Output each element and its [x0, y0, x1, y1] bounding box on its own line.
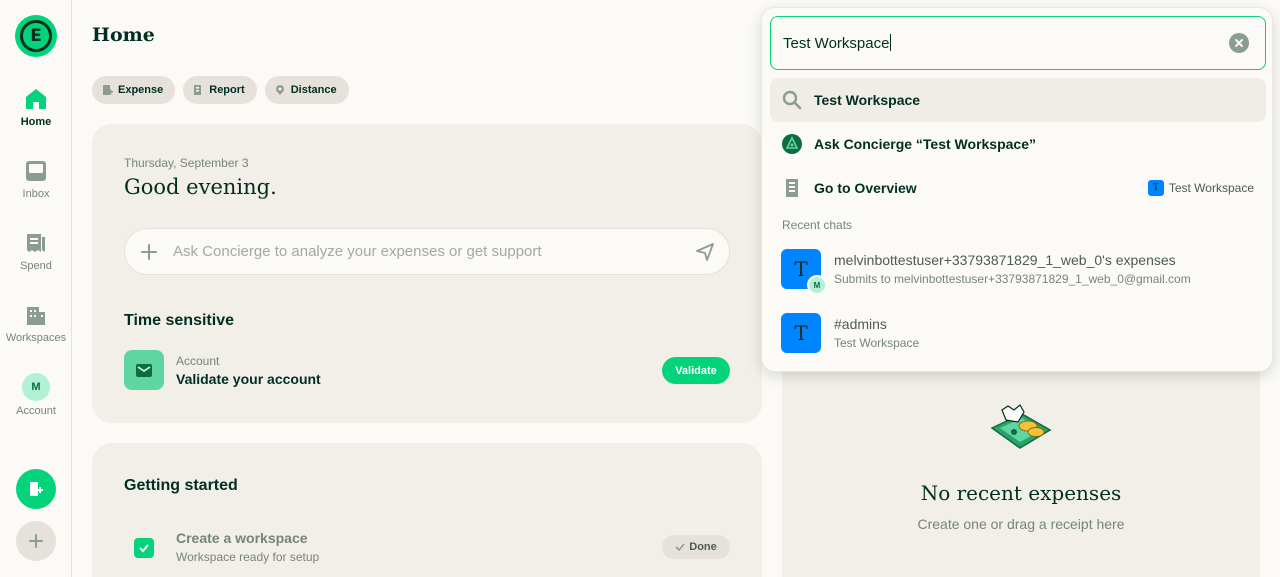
chat-title: #admins [834, 316, 887, 332]
plus-icon [29, 534, 43, 548]
welcome-card: Thursday, September 3 Good evening. Ask … [92, 124, 762, 423]
distance-label: Distance [290, 84, 337, 96]
getting-started-card: Getting started Create a workspace Works… [92, 443, 762, 577]
search-result-ask-concierge[interactable]: Ask Concierge “Test Workspace” [770, 122, 1266, 166]
receipt-icon [24, 231, 48, 255]
search-result-label: Test Workspace [814, 92, 921, 108]
search-icon [770, 90, 814, 110]
report-label: Report [209, 84, 245, 96]
add-button[interactable] [16, 521, 56, 561]
building-icon [770, 178, 814, 198]
sidebar-item-label: Home [20, 116, 52, 128]
expense-label: Expense [118, 84, 164, 96]
time-sensitive-title: Time sensitive [124, 312, 234, 329]
concierge-icon [770, 134, 814, 154]
inbox-icon [24, 159, 48, 183]
distance-icon [275, 85, 284, 95]
checkmark-icon [139, 544, 149, 553]
search-result-go-to-overview[interactable]: Go to Overview T Test Workspace [770, 166, 1266, 210]
avatar-letter: T [794, 257, 808, 281]
search-result-label: Go to Overview [814, 180, 917, 196]
sidebar: E Home Inbox Spend Workspaces M Account [0, 0, 72, 577]
home-icon [24, 87, 48, 111]
getting-started-title: Getting started [124, 477, 238, 494]
recent-chat-item[interactable]: T M melvinbottestuser+33793871829_1_web_… [770, 241, 1266, 297]
checkmark-icon [675, 543, 685, 552]
quick-actions: Expense Report Distance [92, 76, 349, 104]
workspace-context: T Test Workspace [1147, 180, 1254, 196]
ask-concierge-input[interactable]: Ask Concierge to analyze your expenses o… [124, 228, 730, 275]
search-input[interactable]: Test Workspace [770, 16, 1266, 70]
building-icon [24, 303, 48, 327]
clear-search-button[interactable] [1229, 33, 1249, 53]
envelope-icon [124, 350, 164, 390]
workspace-avatar: T [1147, 180, 1164, 196]
task-title: Validate your account [176, 371, 321, 387]
sidebar-item-inbox[interactable]: Inbox [0, 159, 72, 200]
recent-chats-header: Recent chats [782, 218, 853, 232]
page-title: Home [92, 24, 155, 46]
avatar: M [22, 373, 50, 401]
workspace-avatar: T [781, 313, 821, 353]
sidebar-item-label: Workspaces [5, 332, 67, 344]
task-subtitle: Workspace ready for setup [176, 550, 320, 564]
search-result-query[interactable]: Test Workspace [770, 78, 1266, 122]
receipt-money-illustration [990, 404, 1052, 449]
sidebar-item-label: Account [16, 405, 56, 417]
task-title: Create a workspace [176, 530, 308, 546]
text-caret [890, 34, 892, 51]
search-value: Test Workspace [783, 35, 890, 52]
send-icon[interactable] [681, 242, 729, 261]
current-date: Thursday, September 3 [124, 156, 249, 170]
sidebar-item-label: Inbox [22, 188, 50, 200]
avatar-letter: T [794, 321, 808, 345]
chat-subtitle: Submits to melvinbottestuser+33793871829… [834, 272, 1191, 286]
workspace-context-label: Test Workspace [1168, 181, 1254, 195]
empty-state-subtitle: Create one or drag a receipt here [917, 516, 1125, 532]
ask-concierge-placeholder: Ask Concierge to analyze your expenses o… [173, 243, 542, 260]
create-button[interactable] [16, 469, 56, 509]
done-label: Done [689, 541, 717, 553]
greeting: Good evening. [124, 175, 277, 199]
validate-button[interactable]: Validate [662, 357, 730, 384]
distance-button[interactable]: Distance [264, 76, 349, 104]
recent-chat-item[interactable]: T #admins Test Workspace [770, 305, 1266, 361]
sidebar-item-account[interactable]: M Account [0, 373, 72, 417]
plus-icon[interactable] [125, 243, 173, 261]
logo-letter: E [20, 20, 52, 52]
expensify-logo[interactable]: E [15, 15, 57, 57]
report-button[interactable]: Report [183, 76, 257, 104]
sidebar-item-home[interactable]: Home [0, 87, 72, 128]
search-result-label: Ask Concierge “Test Workspace” [814, 136, 1037, 152]
report-icon [194, 85, 202, 95]
user-avatar: M [807, 275, 827, 295]
sidebar-item-spend[interactable]: Spend [0, 231, 72, 272]
chat-subtitle: Test Workspace [834, 336, 920, 350]
sidebar-item-label: Spend [20, 260, 52, 272]
close-icon [1235, 39, 1243, 47]
empty-state-title: No recent expenses [920, 481, 1122, 505]
chat-title: melvinbottestuser+33793871829_1_web_0's … [834, 252, 1176, 268]
done-badge: Done [662, 535, 730, 559]
task-kicker: Account [176, 354, 220, 368]
workspace-avatar: T M [781, 249, 827, 295]
checkbox-checked[interactable] [134, 538, 154, 558]
expense-icon [103, 85, 113, 95]
sidebar-item-workspaces[interactable]: Workspaces [0, 303, 72, 344]
search-popover: Test Workspace Test Workspace Ask Concie… [761, 7, 1273, 372]
new-expense-icon [30, 482, 43, 496]
expense-button[interactable]: Expense [92, 76, 176, 104]
